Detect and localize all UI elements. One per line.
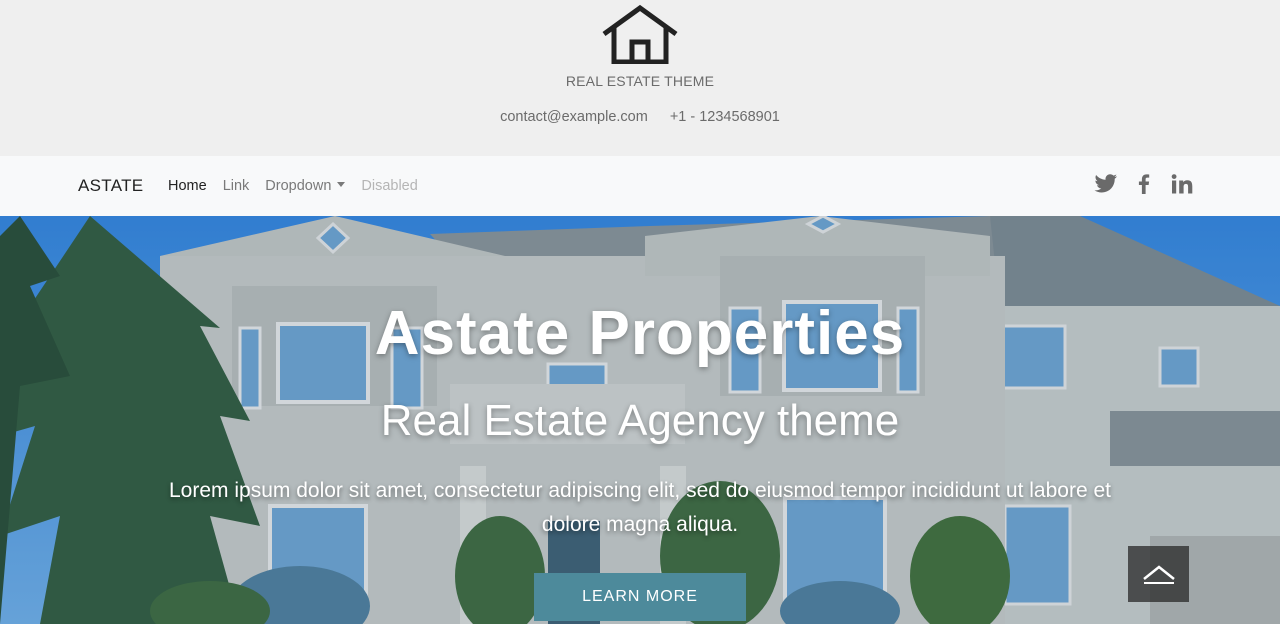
learn-more-button[interactable]: LEARN MORE (534, 573, 746, 621)
caret-down-icon (337, 182, 346, 187)
nav-dropdown-label: Dropdown (265, 178, 332, 194)
house-icon[interactable] (601, 4, 679, 64)
scroll-to-top-button[interactable] (1128, 546, 1189, 602)
top-header: REAL ESTATE THEME contact@example.com +1… (0, 0, 1280, 156)
hero-title: Astate Properties (374, 299, 906, 368)
contact-email[interactable]: contact@example.com (500, 109, 648, 125)
facebook-icon[interactable] (1132, 174, 1156, 194)
chevron-up-icon (1142, 565, 1175, 584)
navbar: ASTATE Home Link Dropdown Disabled (0, 156, 1280, 216)
nav-link-disabled: Disabled (361, 178, 418, 194)
twitter-icon[interactable] (1094, 174, 1118, 194)
brand-title: REAL ESTATE THEME (565, 73, 715, 89)
contact-row: contact@example.com +1 - 1234568901 (0, 109, 1280, 125)
hero-subtitle: Real Estate Agency theme (380, 396, 900, 445)
nav-link-home[interactable]: Home (168, 178, 207, 194)
nav-link-link[interactable]: Link (223, 178, 250, 194)
hero-section: Astate Properties Real Estate Agency the… (0, 216, 1280, 624)
linkedin-icon[interactable] (1171, 174, 1195, 194)
nav-dropdown[interactable]: Dropdown (265, 178, 346, 194)
navbar-brand[interactable]: ASTATE (78, 176, 143, 196)
contact-phone[interactable]: +1 - 1234568901 (670, 109, 780, 125)
hero-description: Lorem ipsum dolor sit amet, consectetur … (169, 479, 1111, 536)
nav-links: Home Link Dropdown Disabled (168, 178, 418, 194)
